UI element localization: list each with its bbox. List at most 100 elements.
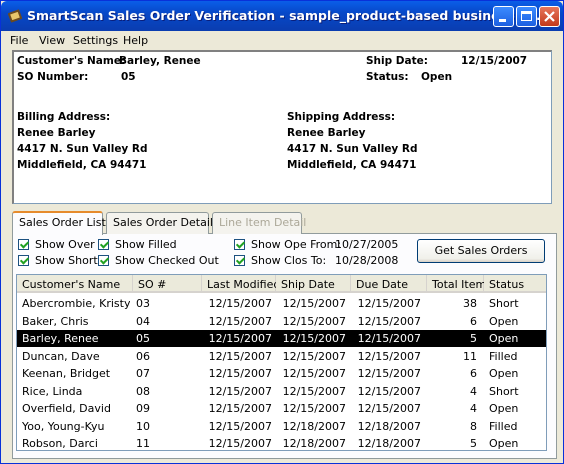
table-cell: 12/15/2007	[282, 332, 346, 345]
table-row[interactable]: Robson, Darci 11 12/15/2007 12/18/2007 12/18…	[17, 435, 546, 450]
column-header-total-item[interactable]: Total Item	[427, 275, 486, 293]
table-cell: 08	[136, 384, 150, 398]
window-title: SmartScan Sales Order Verification - sam…	[27, 8, 551, 23]
table-row[interactable]: Baker, Chris 04 12/15/2007 12/15/2007 12/15/…	[17, 313, 546, 330]
show-filled-label: Show Filled	[115, 238, 177, 251]
billing-address-line: 4417 N. Sun Valley Rd	[17, 143, 148, 155]
show-checked-out-checkbox[interactable]	[98, 255, 109, 266]
table-cell: 12/15/2007	[282, 402, 346, 415]
tab-sales-order-list[interactable]: Sales Order List	[12, 211, 106, 235]
billing-address-line: Middlefield, CA 94471	[17, 159, 147, 171]
menu-bar: File View Settings Help	[4, 31, 560, 50]
table-cell: 38	[463, 297, 477, 310]
table-cell: Open	[489, 437, 519, 450]
table-cell: 12/15/2007	[208, 349, 272, 363]
table-cell: Rice, Linda	[22, 384, 83, 398]
title-bar[interactable]: SmartScan Sales Order Verification - sam…	[1, 1, 563, 31]
table-cell: Open	[489, 367, 519, 380]
column-header-due-date[interactable]: Due Date	[351, 275, 427, 293]
table-cell: 4	[470, 384, 477, 398]
open-from-date[interactable]: 10/27/2005	[335, 238, 398, 251]
table-cell: 12/15/2007	[208, 419, 272, 433]
show-closed-to-checkbox[interactable]	[234, 255, 245, 266]
table-cell: 12/18/2007	[282, 419, 346, 433]
menu-file[interactable]: File	[10, 34, 28, 47]
table-cell: 04	[136, 314, 150, 328]
table-cell: 6	[470, 367, 477, 380]
show-over-label: Show Over	[35, 238, 95, 251]
table-cell: 5	[470, 437, 477, 450]
maximize-button[interactable]	[516, 6, 537, 27]
table-cell: 12/15/2007	[357, 384, 421, 398]
table-cell: 05	[136, 332, 150, 345]
order-info-panel: Customer's Name: Barley, Renee SO Number…	[12, 50, 552, 204]
table-cell: 12/15/2007	[357, 332, 421, 345]
table-cell: Short	[489, 297, 519, 310]
closed-to-date[interactable]: 10/28/2008	[335, 254, 398, 267]
shipping-address-line: Renee Barley	[287, 127, 366, 139]
customer-name-value: Barley, Renee	[119, 55, 201, 67]
table-cell: Open	[489, 402, 519, 415]
table-cell: Filled	[489, 419, 518, 433]
show-short-checkbox[interactable]	[18, 255, 29, 266]
table-row[interactable]: Abercrombie, Kristy 03 12/15/2007 12/15/200…	[17, 295, 546, 312]
column-header-customer[interactable]: Customer's Name	[17, 275, 133, 293]
show-closed-to-label: Show Clos To:	[251, 254, 327, 267]
table-cell: 12/15/2007	[208, 314, 272, 328]
table-row[interactable]: Keenan, Bridget 07 12/15/2007 12/15/2007 12/…	[17, 365, 546, 382]
table-cell: 12/15/2007	[282, 314, 346, 328]
table-cell: 12/15/2007	[282, 367, 346, 380]
table-cell: 12/18/2007	[282, 437, 346, 450]
show-checked-out-label: Show Checked Out	[115, 254, 219, 267]
table-cell: 06	[136, 349, 150, 363]
table-row[interactable]: Overfield, David 09 12/15/2007 12/15/2007 12…	[17, 400, 546, 417]
column-header-so-number[interactable]: SO #	[133, 275, 202, 293]
tab-sales-order-detail[interactable]: Sales Order Detail	[106, 212, 213, 234]
table-cell: 5	[470, 332, 477, 345]
table-cell: 8	[470, 419, 477, 433]
table-cell: 12/15/2007	[357, 297, 421, 310]
table-cell: 11	[463, 349, 477, 363]
ship-date-value: 12/15/2007	[461, 55, 528, 67]
table-cell: Robson, Darci	[22, 437, 98, 450]
table-cell: Yoo, Young-Kyu	[22, 419, 105, 433]
table-cell: 4	[470, 402, 477, 415]
menu-settings[interactable]: Settings	[73, 34, 118, 47]
minimize-button[interactable]	[493, 6, 514, 27]
status-label: Status:	[366, 71, 409, 83]
show-open-from-checkbox[interactable]	[234, 239, 245, 250]
column-header-status[interactable]: Status	[484, 275, 546, 293]
table-cell: 12/15/2007	[208, 297, 272, 310]
column-header-ship-date[interactable]: Ship Date	[276, 275, 351, 293]
customer-name-label: Customer's Name:	[17, 55, 126, 67]
menu-view[interactable]: View	[39, 34, 65, 47]
table-cell: 6	[470, 314, 477, 328]
show-filled-checkbox[interactable]	[98, 239, 109, 250]
table-cell: Overfield, David	[22, 402, 111, 415]
table-cell: 09	[136, 402, 150, 415]
billing-address-line: Renee Barley	[17, 127, 96, 139]
get-sales-orders-button[interactable]: Get Sales Orders	[417, 239, 545, 263]
table-cell: Duncan, Dave	[22, 349, 100, 363]
table-cell: Short	[489, 384, 519, 398]
close-icon	[544, 11, 555, 22]
table-cell: Keenan, Bridget	[22, 367, 111, 380]
close-button[interactable]	[539, 6, 560, 27]
table-row[interactable]: Yoo, Young-Kyu 10 12/15/2007 12/18/2007 12/1…	[17, 418, 546, 435]
table-cell: 12/15/2007	[282, 384, 346, 398]
table-cell: 12/18/2007	[357, 419, 421, 433]
table-cell: Open	[489, 332, 519, 345]
minimize-icon	[499, 19, 506, 22]
table-cell: 03	[136, 297, 150, 310]
table-cell: 12/15/2007	[208, 402, 272, 415]
column-header-last-modified[interactable]: Last Modified	[202, 275, 280, 293]
table-row[interactable]: Rice, Linda 08 12/15/2007 12/15/2007 12/15/2…	[17, 383, 546, 400]
show-open-from-label: Show Ope From:	[251, 238, 342, 251]
table-row[interactable]: Duncan, Dave 06 12/15/2007 12/15/2007 12/15/…	[17, 348, 546, 365]
show-over-checkbox[interactable]	[18, 239, 29, 250]
table-cell: Barley, Renee	[22, 332, 99, 345]
table-cell: 12/15/2007	[357, 402, 421, 415]
table-cell: 12/15/2007	[357, 314, 421, 328]
menu-help[interactable]: Help	[123, 34, 148, 47]
table-row[interactable]: Barley, Renee 05 12/15/2007 12/15/2007 12/15…	[17, 330, 546, 347]
